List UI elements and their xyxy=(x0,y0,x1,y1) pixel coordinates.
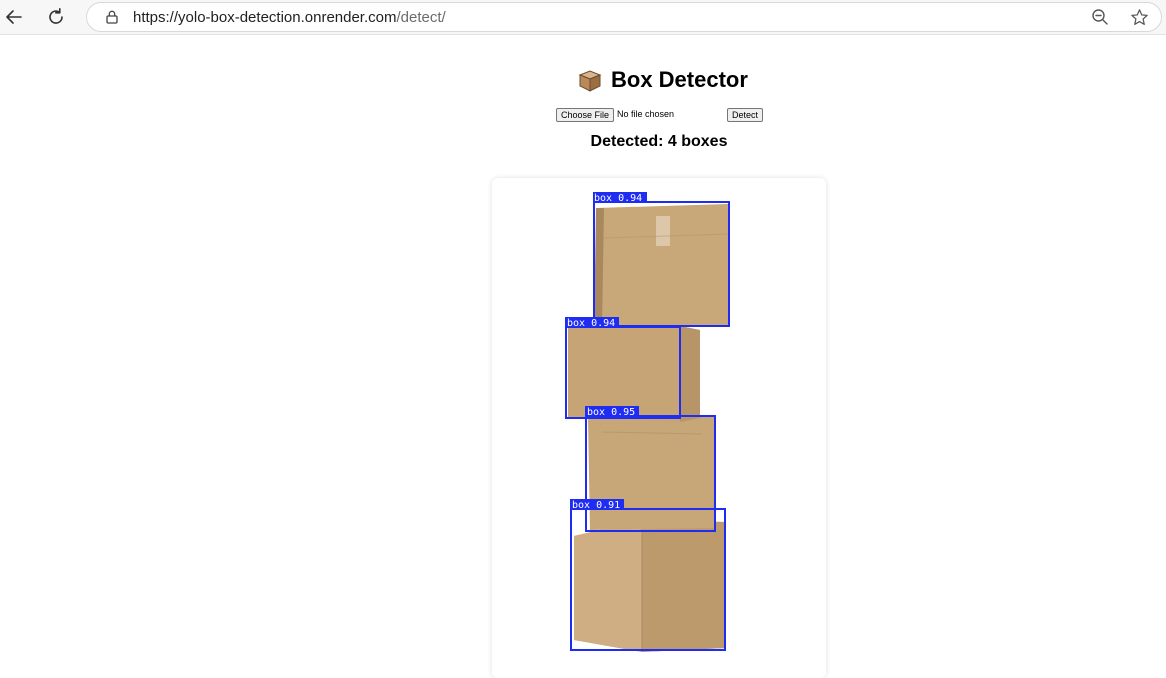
detect-button[interactable]: Detect xyxy=(727,108,763,122)
page-title-text: Box Detector xyxy=(611,67,748,92)
detection-result-image: box 0.94 box 0.94 box 0.95 box 0.91 xyxy=(565,192,730,652)
url-host: https://yolo-box-detection.onrender.com xyxy=(133,9,397,26)
url-text[interactable]: https://yolo-box-detection.onrender.com/… xyxy=(133,9,446,26)
choose-file-button[interactable]: Choose File xyxy=(556,108,614,122)
box-photo-bottom xyxy=(574,520,726,652)
back-button[interactable] xyxy=(0,3,28,31)
url-path: /detect/ xyxy=(396,9,446,26)
file-status-text: No file chosen xyxy=(617,109,675,119)
result-image-card: box 0.94 box 0.94 box 0.95 box 0.91 xyxy=(492,178,826,678)
star-icon[interactable] xyxy=(1130,8,1149,27)
page-title: Box Detector xyxy=(577,66,748,94)
box-icon xyxy=(578,70,602,92)
browser-toolbar: https://yolo-box-detection.onrender.com/… xyxy=(0,0,1166,35)
zoom-icon[interactable] xyxy=(1091,8,1109,26)
detection-label-1: box 0.94 xyxy=(594,193,642,204)
box-photo-third xyxy=(588,412,716,530)
detection-label-2: box 0.94 xyxy=(567,318,615,329)
address-bar[interactable]: https://yolo-box-detection.onrender.com/… xyxy=(86,2,1162,32)
detection-label-3: box 0.95 xyxy=(587,407,635,418)
detection-label-4: box 0.91 xyxy=(572,500,620,511)
reload-button[interactable] xyxy=(42,3,70,31)
detection-count-heading: Detected: 4 boxes xyxy=(590,133,728,150)
reload-icon xyxy=(49,8,63,24)
box-photo-top xyxy=(594,204,729,328)
back-arrow-icon xyxy=(6,10,22,24)
lock-icon[interactable] xyxy=(104,9,120,25)
